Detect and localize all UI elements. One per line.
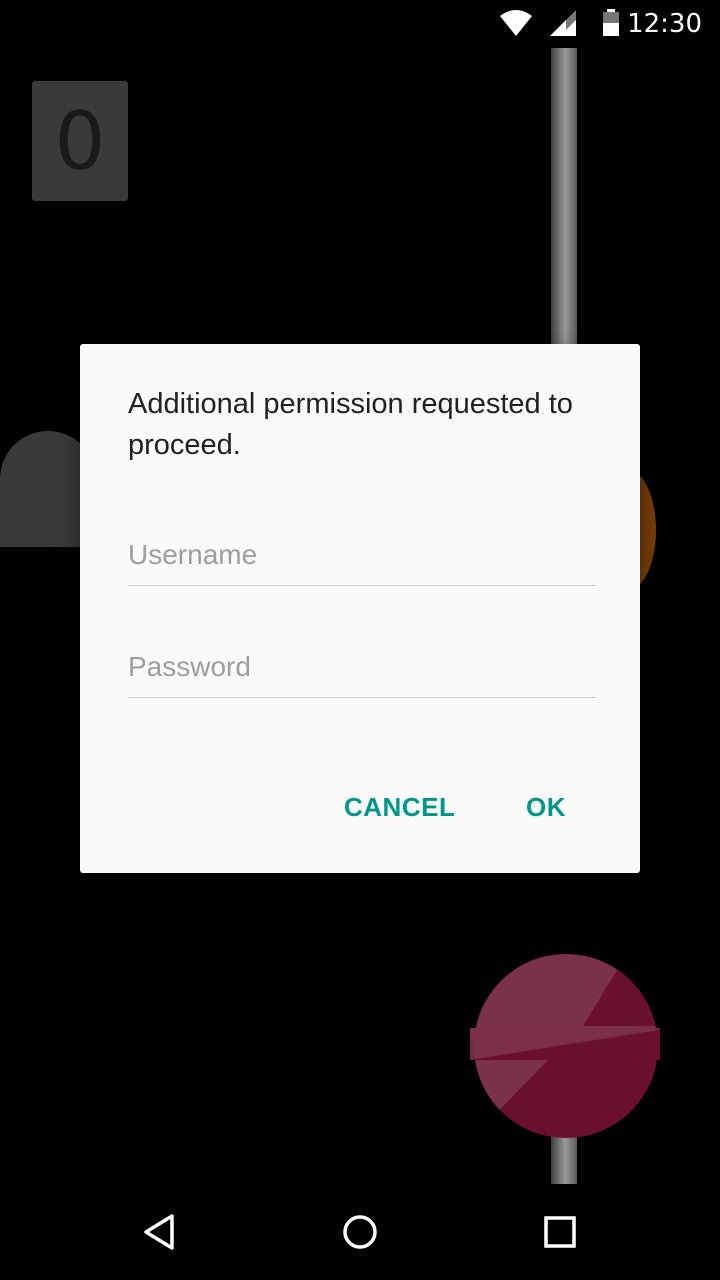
- recents-icon: [544, 1216, 576, 1248]
- pole-top: [551, 48, 577, 348]
- back-icon: [144, 1214, 174, 1250]
- recents-button[interactable]: [536, 1208, 584, 1256]
- password-field[interactable]: [128, 637, 596, 698]
- back-button[interactable]: [136, 1208, 184, 1256]
- signal-icon: [550, 10, 576, 36]
- home-icon: [343, 1215, 377, 1249]
- screen: 0 12:30 Additional permission requested …: [0, 0, 720, 1280]
- permission-dialog: Additional permission requested to proce…: [80, 344, 640, 873]
- battery-icon: [603, 9, 619, 36]
- score-value: 0: [54, 94, 106, 188]
- wifi-icon: [500, 10, 532, 36]
- status-bar: 12:30: [0, 0, 720, 48]
- username-field[interactable]: [128, 525, 596, 586]
- ok-button[interactable]: OK: [516, 784, 576, 830]
- score-display: 0: [32, 81, 128, 201]
- navigation-bar: [0, 1184, 720, 1280]
- status-time: 12:30: [627, 9, 702, 39]
- player-ball: [470, 954, 660, 1138]
- dialog-message: Additional permission requested to proce…: [128, 388, 573, 461]
- cancel-button[interactable]: CANCEL: [334, 784, 465, 830]
- home-button[interactable]: [336, 1208, 384, 1256]
